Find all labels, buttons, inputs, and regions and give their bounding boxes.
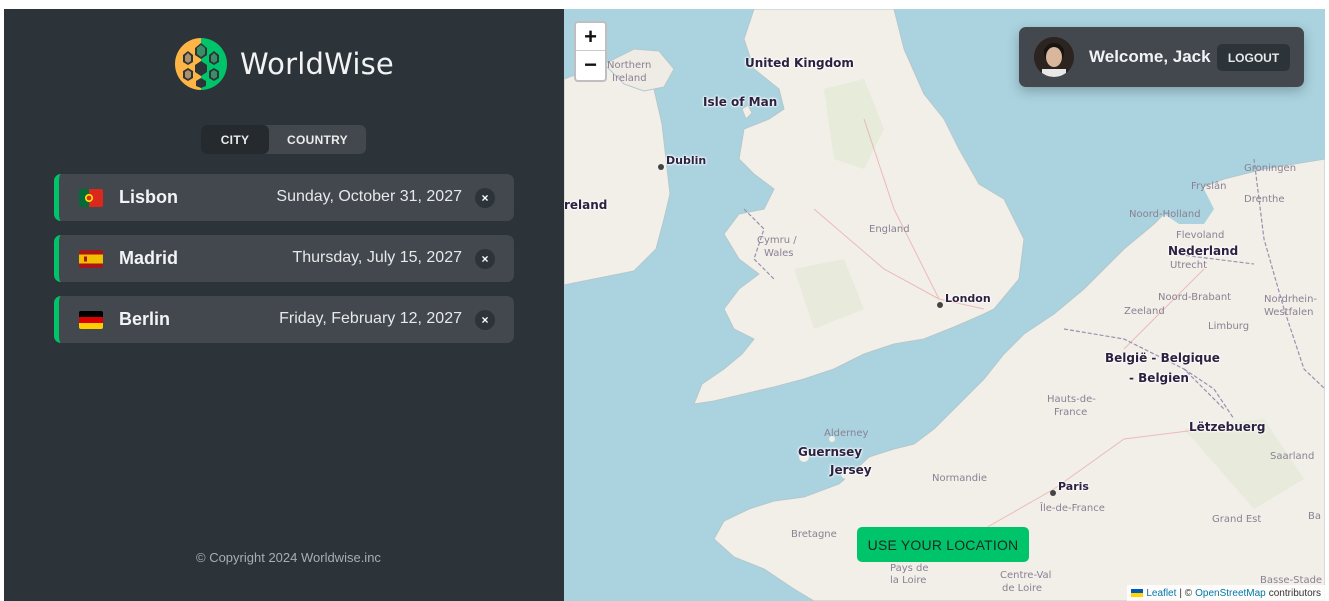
map-label-bretagne: Bretagne — [791, 529, 837, 540]
leaflet-link[interactable]: Leaflet — [1146, 588, 1176, 599]
city-date: Friday, February 12, 2027 — [279, 310, 462, 327]
use-location-button[interactable]: USE YOUR LOCATION — [857, 527, 1029, 562]
zoom-out-button[interactable]: − — [576, 51, 605, 79]
city-name: Madrid — [119, 248, 179, 268]
city-country-tabs: CITY COUNTRY — [201, 125, 366, 154]
delete-city-button[interactable]: × — [475, 188, 495, 208]
map-label-normandie: Normandie — [932, 473, 988, 484]
city-item-lisbon[interactable]: Lisbon Sunday, October 31, 2027 × — [54, 174, 514, 221]
city-item-madrid[interactable]: Madrid Thursday, July 15, 2027 × — [54, 235, 514, 282]
map-attribution: Leaflet | © OpenStreetMap contributors — [1127, 585, 1325, 601]
map-label-ireland: reland — [564, 198, 608, 212]
welcome-text: Welcome, Jack — [1089, 47, 1211, 66]
map-label-guernsey: Guernsey — [798, 445, 863, 459]
city-name: Lisbon — [119, 187, 178, 207]
map-label-london: London — [945, 292, 991, 305]
city-list: Lisbon Sunday, October 31, 2027 × Madrid… — [54, 174, 514, 357]
map-label-united-kingdom: United Kingdom — [745, 56, 854, 70]
germany-flag-icon — [79, 311, 103, 329]
globe-logo-icon — [175, 38, 227, 90]
city-name: Berlin — [119, 309, 171, 329]
map-label-isle-of-man: Isle of Man — [703, 95, 778, 109]
avatar — [1034, 37, 1074, 77]
map-label-northern-ireland: Northern — [607, 60, 652, 71]
ukraine-flag-icon — [1131, 589, 1144, 597]
map-label-nederland: Nederland — [1168, 244, 1239, 258]
map-label-ba: Ba — [1308, 511, 1321, 522]
map-label-dublin: Dublin — [666, 154, 707, 167]
map-label-pays-de-la-loire-2: la Loire — [890, 575, 927, 586]
map[interactable]: United Kingdom Isle of Man Northern Irel… — [564, 9, 1325, 601]
user-avatar-icon — [1034, 37, 1074, 77]
zoom-in-button[interactable]: + — [576, 23, 605, 51]
map-label-fryslan: Fryslân — [1191, 181, 1227, 192]
map-label-noord-holland: Noord-Holland — [1129, 209, 1201, 220]
map-label-letzebuerg: Lëtzebuerg — [1189, 420, 1266, 434]
map-label-groningen: Groningen — [1244, 163, 1297, 174]
map-label-wales: Cymru / — [757, 235, 797, 246]
logout-button[interactable]: LOGOUT — [1217, 44, 1290, 71]
map-label-centre-val-de-loire: Centre-Val — [1000, 570, 1052, 581]
app-name: WorldWise — [240, 47, 394, 81]
app-root: WorldWise CITY COUNTRY Lisbon Sunday, Oc… — [4, 9, 1325, 601]
map-label-grand-est: Grand Est — [1212, 514, 1262, 525]
logo[interactable]: WorldWise — [174, 37, 394, 91]
map-label-jersey: Jersey — [830, 463, 872, 477]
map-label-hauts-de-france-2: France — [1054, 407, 1088, 418]
copyright: © Copyright 2024 Worldwise.inc — [196, 550, 381, 565]
attribution-separator: | © — [1179, 587, 1193, 599]
delete-city-button[interactable]: × — [475, 249, 495, 269]
map-label-saarland: Saarland — [1270, 451, 1315, 462]
map-label-drenthe: Drenthe — [1244, 194, 1285, 205]
map-label-ile-de-france: Île-de-France — [1040, 503, 1105, 514]
tab-city[interactable]: CITY — [201, 125, 269, 154]
map-label-hauts-de-france: Hauts-de- — [1047, 394, 1096, 405]
map-label-england: England — [869, 224, 910, 235]
portugal-flag-icon — [79, 189, 103, 207]
delete-city-button[interactable]: × — [475, 310, 495, 330]
map-basemap[interactable] — [564, 9, 1325, 601]
map-label-belgie: België - Belgique — [1105, 351, 1220, 365]
sidebar: WorldWise CITY COUNTRY Lisbon Sunday, Oc… — [4, 9, 564, 601]
tab-country[interactable]: COUNTRY — [269, 125, 366, 154]
map-label-utrecht: Utrecht — [1170, 260, 1208, 271]
map-label-paris: Paris — [1058, 480, 1089, 493]
map-label-noord-brabant: Noord-Brabant — [1158, 292, 1232, 303]
spain-flag-icon — [79, 250, 103, 268]
map-label-nordrhein-2: Westfalen — [1264, 307, 1314, 318]
map-label-northern-ireland-2: Ireland — [612, 73, 647, 84]
map-label-zeeland: Zeeland — [1124, 306, 1165, 317]
zoom-control: + − — [574, 21, 607, 82]
map-label-nordrhein: Nordrhein- — [1264, 294, 1318, 305]
city-date: Sunday, October 31, 2027 — [276, 188, 462, 205]
attribution-contributors: contributors — [1268, 587, 1321, 599]
user-panel: Welcome, Jack LOGOUT — [1019, 27, 1304, 87]
map-label-wales-2: Wales — [764, 248, 794, 259]
map-label-flevoland: Flevoland — [1176, 230, 1225, 241]
map-label-belgie-2: - Belgien — [1129, 371, 1189, 385]
map-label-alderney: Alderney — [824, 428, 869, 439]
osm-link[interactable]: OpenStreetMap — [1195, 588, 1266, 599]
city-date: Thursday, July 15, 2027 — [292, 249, 462, 266]
city-item-berlin[interactable]: Berlin Friday, February 12, 2027 × — [54, 296, 514, 343]
map-label-limburg: Limburg — [1208, 321, 1250, 332]
map-label-centre-val-de-loire-2: de Loire — [1002, 583, 1043, 594]
map-label-pays-de-la-loire: Pays de — [890, 563, 929, 574]
